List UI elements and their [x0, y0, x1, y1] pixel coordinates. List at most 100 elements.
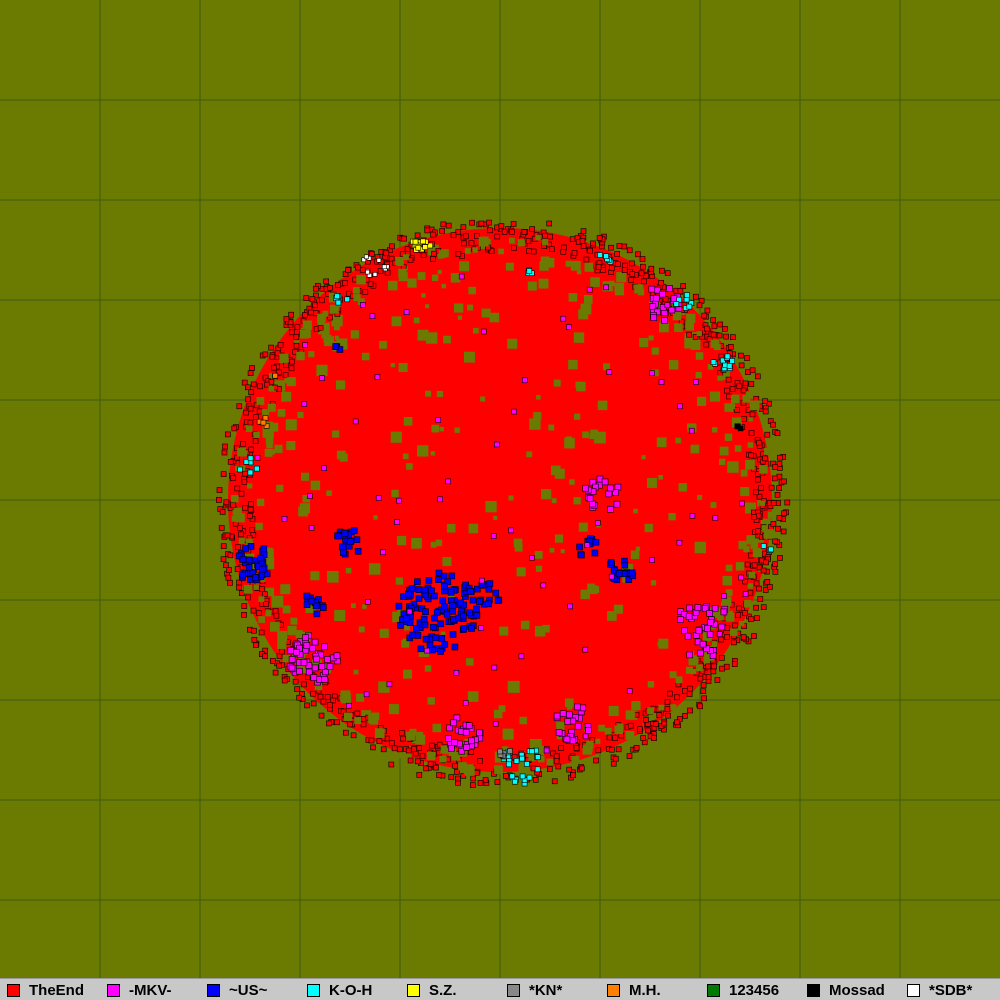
empty-tile [279, 353, 289, 363]
village-marker [718, 636, 724, 643]
village-marker [437, 648, 445, 655]
empty-tile [379, 340, 387, 349]
village-marker [754, 615, 760, 622]
village-marker [716, 332, 723, 339]
village-marker [726, 393, 732, 400]
village-marker [249, 365, 255, 371]
empty-tile [656, 437, 667, 448]
village-marker [247, 419, 254, 426]
village-marker [565, 324, 572, 330]
village-marker [332, 343, 340, 350]
village-marker [542, 232, 548, 239]
empty-tile [690, 340, 701, 350]
village-marker [677, 403, 683, 410]
village-marker [455, 251, 462, 257]
village-marker [404, 246, 411, 252]
empty-tile [287, 626, 297, 636]
village-marker [559, 710, 567, 717]
village-marker [767, 584, 773, 590]
village-marker [476, 729, 483, 737]
village-marker [283, 362, 290, 369]
village-marker [491, 664, 498, 671]
village-marker [509, 773, 516, 780]
empty-tile [316, 364, 328, 376]
village-marker [651, 735, 657, 742]
village-marker [245, 384, 251, 391]
village-marker [772, 538, 779, 545]
empty-tile [641, 455, 646, 460]
village-marker [288, 311, 295, 318]
village-marker [772, 561, 778, 568]
village-marker [777, 555, 783, 561]
village-marker [596, 235, 603, 241]
world-map[interactable] [0, 0, 1000, 978]
village-marker [616, 243, 623, 249]
village-marker [427, 761, 434, 767]
village-marker [695, 627, 703, 635]
village-marker [707, 618, 715, 626]
village-marker [591, 549, 599, 557]
empty-tile [459, 261, 470, 272]
empty-tile [268, 385, 275, 392]
village-marker [551, 778, 558, 785]
empty-tile [395, 577, 404, 585]
empty-tile [694, 541, 707, 554]
legend-item: TheEnd [7, 982, 84, 999]
legend-swatch [7, 983, 20, 997]
village-marker [405, 747, 412, 754]
empty-tile [285, 419, 297, 431]
village-marker [731, 639, 737, 646]
empty-tile [676, 326, 682, 333]
village-marker [216, 487, 223, 493]
village-marker [310, 700, 317, 707]
village-marker [318, 712, 325, 719]
village-marker [762, 408, 769, 415]
village-marker [428, 646, 436, 654]
empty-tile [245, 425, 253, 432]
village-marker [247, 370, 254, 377]
village-marker [431, 614, 438, 622]
empty-tile [539, 261, 549, 271]
village-marker [234, 566, 241, 572]
empty-tile [356, 693, 365, 702]
village-marker [738, 574, 744, 581]
village-marker [409, 631, 417, 639]
village-marker [303, 295, 310, 301]
village-marker [639, 263, 646, 270]
village-marker [513, 758, 520, 764]
village-marker [272, 372, 279, 379]
village-marker [776, 515, 783, 521]
village-marker [437, 496, 444, 503]
village-marker [250, 607, 257, 614]
village-marker [711, 663, 717, 670]
empty-tile [239, 449, 246, 456]
village-marker [608, 265, 615, 271]
map-canvas[interactable] [0, 0, 1000, 978]
village-marker [438, 634, 446, 642]
village-marker [294, 686, 300, 692]
village-marker [435, 576, 442, 584]
village-marker [372, 272, 378, 277]
village-marker [253, 642, 259, 648]
empty-tile [647, 707, 654, 715]
village-marker [308, 525, 315, 531]
village-marker [424, 647, 430, 654]
village-marker [440, 572, 448, 580]
village-marker [333, 652, 341, 660]
village-marker [610, 760, 617, 767]
village-marker [248, 501, 254, 507]
village-marker [768, 546, 774, 553]
empty-tile [538, 278, 549, 289]
village-marker [529, 554, 535, 561]
village-marker [590, 240, 596, 247]
empty-tile [767, 511, 775, 519]
village-marker [512, 778, 518, 785]
empty-tile [696, 664, 703, 672]
empty-tile [658, 704, 665, 711]
village-marker [608, 244, 614, 251]
village-marker [776, 473, 783, 480]
empty-tile [277, 640, 287, 650]
village-marker [449, 602, 456, 610]
village-marker [226, 567, 232, 573]
village-marker [725, 376, 732, 383]
